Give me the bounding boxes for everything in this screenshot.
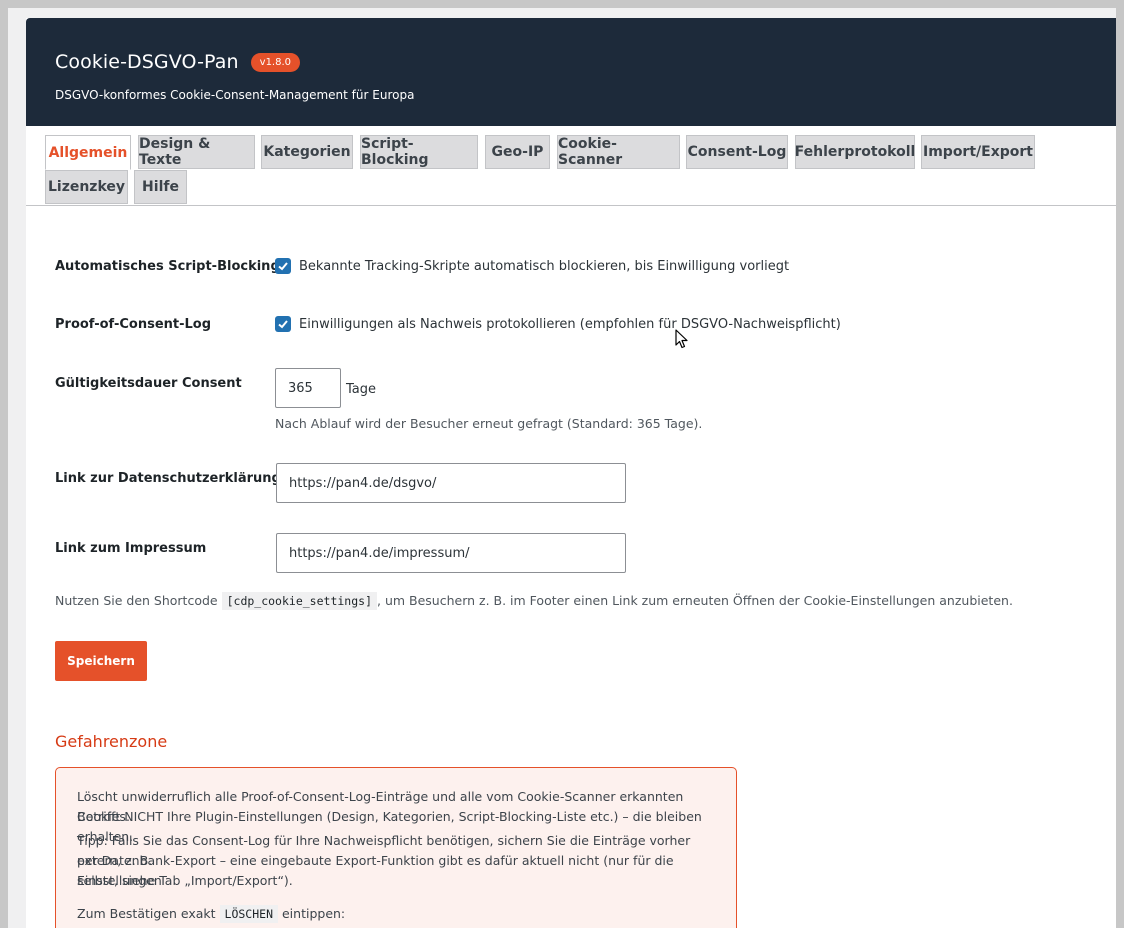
tabs-divider [26,205,1116,206]
script-blocking-label: Automatisches Script-Blocking [55,259,280,274]
version-badge: v1.8.0 [250,52,301,72]
tab-consent-log[interactable]: Consent-Log [686,135,788,169]
imprint-link-label: Link zum Impressum [55,541,207,556]
tab-hilfe[interactable]: Hilfe [134,170,187,204]
validity-description: Nach Ablauf wird der Besucher erneut gef… [275,416,703,431]
consent-log-checkbox[interactable] [275,316,291,332]
tab-import-export[interactable]: Import/Export [921,135,1035,169]
shortcode-note: Nutzen Sie den Shortcode [cdp_cookie_set… [55,592,1013,610]
validity-label: Gültigkeitsdauer Consent [55,376,242,391]
checkmark-icon [278,262,288,271]
script-blocking-text: Bekannte Tracking-Skripte automatisch bl… [299,259,790,274]
admin-page: Cookie-DSGVO-Pan v1.8.0 DSGVO-konformes … [8,8,1116,928]
validity-unit: Tage [346,382,377,397]
tab-allgemein[interactable]: Allgemein [45,135,131,170]
title-row: Cookie-DSGVO-Pan v1.8.0 [55,51,301,73]
danger-tip-line: selbst, siehe Tab „Import/Export“). [77,873,293,888]
shortcode-note-before: Nutzen Sie den Shortcode [55,593,218,608]
danger-zone-title: Gefahrenzone [55,732,168,751]
confirm-before: Zum Bestätigen exakt [77,906,216,921]
settings-panel: Cookie-DSGVO-Pan v1.8.0 DSGVO-konformes … [26,18,1116,928]
checkmark-icon [278,320,288,329]
consent-log-text: Einwilligungen als Nachweis protokollier… [299,317,841,332]
shortcode-code: [cdp_cookie_settings] [221,592,377,610]
plugin-subtitle: DSGVO-konformes Cookie-Consent-Managemen… [55,88,415,102]
save-button[interactable]: Speichern [55,641,147,681]
tab-geo-ip[interactable]: Geo-IP [485,135,550,169]
privacy-link-label: Link zur Datenschutzerklärung [55,471,281,486]
shortcode-note-after: , um Besuchern z. B. im Footer einen Lin… [377,593,1013,608]
confirm-code: LÖSCHEN [219,905,278,923]
tab-script-blocking[interactable]: Script-Blocking [360,135,478,169]
privacy-link-input[interactable]: https://pan4.de/dsgvo/ [276,463,626,503]
validity-days-input[interactable]: 365 [275,368,341,408]
tab-fehlerprotokoll[interactable]: Fehlerprotokoll [795,135,915,169]
plugin-title: Cookie-DSGVO-Pan [55,51,239,73]
tab-lizenzkey[interactable]: Lizenzkey [45,170,128,204]
tab-cookie-scanner[interactable]: Cookie-Scanner [557,135,680,169]
consent-log-label: Proof-of-Consent-Log [55,317,212,332]
danger-zone-box: Löscht unwiderruflich alle Proof-of-Cons… [55,767,737,928]
script-blocking-checkbox[interactable] [275,258,291,274]
plugin-header: Cookie-DSGVO-Pan v1.8.0 DSGVO-konformes … [26,18,1116,126]
tab-kategorien[interactable]: Kategorien [261,135,353,169]
mouse-cursor-icon [675,329,688,349]
imprint-link-input[interactable]: https://pan4.de/impressum/ [276,533,626,573]
confirm-instruction: Zum Bestätigen exakt LÖSCHEN eintippen: [77,904,345,924]
confirm-after: eintippen: [281,906,346,921]
tab-design-texte[interactable]: Design & Texte [138,135,255,169]
